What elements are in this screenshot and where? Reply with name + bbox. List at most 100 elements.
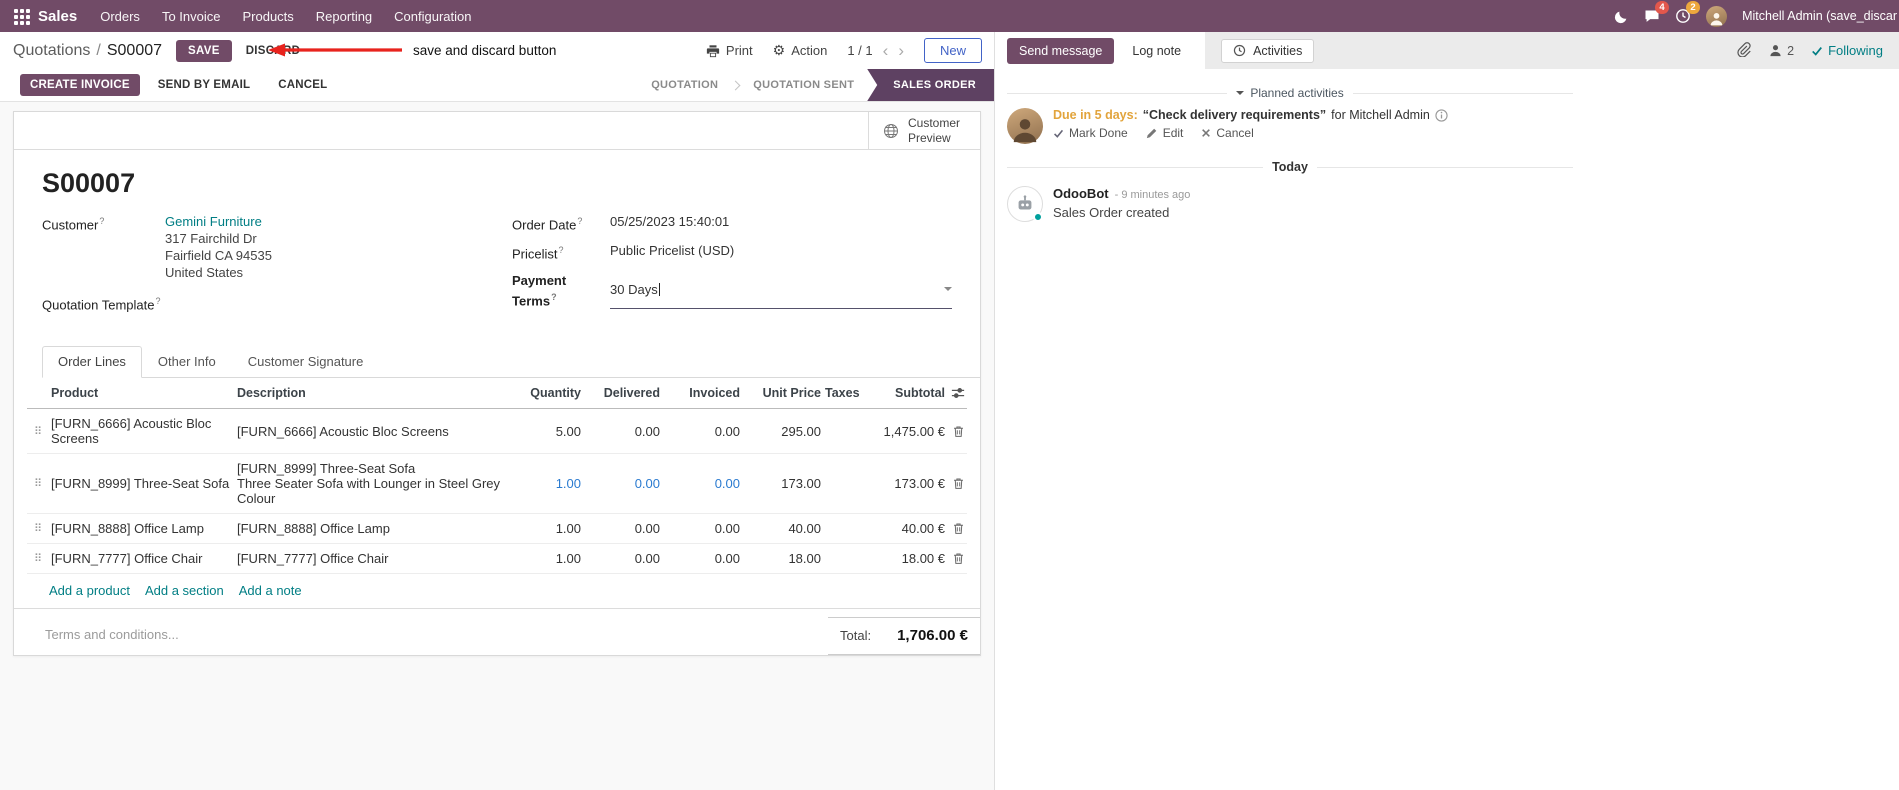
pricelist-value[interactable]: Public Pricelist (USD)	[610, 242, 734, 262]
mark-done-button[interactable]: Mark Done	[1053, 126, 1128, 140]
header-description[interactable]: Description	[235, 378, 513, 408]
delivered-cell[interactable]: 0.00	[583, 469, 662, 498]
product-cell[interactable]: [FURN_6666] Acoustic Bloc Screens	[49, 409, 235, 453]
unit-price-cell[interactable]: 173.00	[742, 469, 823, 498]
taxes-cell[interactable]	[823, 424, 881, 438]
save-button[interactable]: SAVE	[176, 39, 232, 62]
product-cell[interactable]: [FURN_8999] Three-Seat Sofa	[49, 469, 235, 498]
description-cell[interactable]: [FURN_7777] Office Chair	[235, 544, 513, 573]
add-note-link[interactable]: Add a note	[239, 583, 302, 598]
tab-other-info[interactable]: Other Info	[142, 346, 232, 378]
breadcrumb-quotations[interactable]: Quotations	[13, 42, 90, 60]
product-cell[interactable]: [FURN_7777] Office Chair	[49, 544, 235, 573]
discard-button[interactable]: DISCARD	[236, 40, 311, 62]
customer-link[interactable]: Gemini Furniture	[165, 214, 262, 229]
quantity-cell[interactable]: 1.00	[513, 469, 583, 498]
edit-activity-button[interactable]: Edit	[1146, 126, 1184, 140]
payment-terms-input[interactable]: 30 Days	[610, 272, 952, 309]
taxes-cell[interactable]	[823, 552, 881, 566]
header-taxes[interactable]: Taxes	[823, 378, 881, 408]
delivered-cell[interactable]: 0.00	[583, 417, 662, 446]
header-subtotal[interactable]: Subtotal	[881, 378, 947, 408]
new-button[interactable]: New	[923, 38, 982, 63]
step-sales-order[interactable]: SALES ORDER	[867, 69, 994, 101]
trash-icon	[954, 553, 963, 565]
invoiced-cell[interactable]: 0.00	[662, 417, 742, 446]
planned-activities-header[interactable]: Planned activities	[1007, 86, 1573, 100]
quotation-template-field[interactable]: Quotation Template?	[42, 293, 512, 313]
header-delivered[interactable]: Delivered	[583, 378, 662, 408]
description-cell[interactable]: [FURN_6666] Acoustic Bloc Screens	[235, 417, 513, 446]
step-quotation-sent[interactable]: QUOTATION SENT	[740, 69, 867, 101]
pager-next-icon[interactable]: ›	[898, 42, 904, 59]
add-product-link[interactable]: Add a product	[49, 583, 130, 598]
create-invoice-button[interactable]: CREATE INVOICE	[20, 74, 140, 96]
send-by-email-button[interactable]: SEND BY EMAIL	[148, 74, 260, 96]
invoiced-cell[interactable]: 0.00	[662, 544, 742, 573]
quantity-cell[interactable]: 1.00	[513, 544, 583, 573]
activities-tab[interactable]: Activities	[1221, 38, 1315, 63]
taxes-cell[interactable]	[823, 522, 881, 536]
cancel-activity-button[interactable]: Cancel	[1201, 126, 1254, 140]
following-button[interactable]: Following	[1811, 43, 1883, 58]
unit-price-cell[interactable]: 18.00	[742, 544, 823, 573]
menu-to-invoice[interactable]: To Invoice	[151, 0, 232, 32]
header-quantity[interactable]: Quantity	[513, 378, 583, 408]
delete-line-button[interactable]	[947, 515, 967, 542]
message-author[interactable]: OdooBot	[1053, 186, 1109, 201]
app-name[interactable]: Sales	[38, 8, 77, 25]
header-product[interactable]: Product	[49, 378, 235, 408]
delivered-cell[interactable]: 0.00	[583, 514, 662, 543]
unit-price-cell[interactable]: 295.00	[742, 417, 823, 446]
add-section-link[interactable]: Add a section	[145, 583, 224, 598]
invoiced-cell[interactable]: 0.00	[662, 514, 742, 543]
apps-menu-icon[interactable]	[10, 5, 32, 27]
product-cell[interactable]: [FURN_8888] Office Lamp	[49, 514, 235, 543]
terms-placeholder[interactable]: Terms and conditions...	[45, 627, 179, 642]
description-cell[interactable]: [FURN_8999] Three-Seat Sofa Three Seater …	[235, 454, 513, 513]
info-icon[interactable]	[1435, 108, 1448, 122]
tab-customer-signature[interactable]: Customer Signature	[232, 346, 380, 378]
followers-button[interactable]: 2	[1768, 43, 1794, 58]
dropdown-caret-icon[interactable]	[944, 287, 952, 292]
action-button[interactable]: ⚙ Action	[773, 42, 828, 59]
menu-configuration[interactable]: Configuration	[383, 0, 482, 32]
quantity-cell[interactable]: 1.00	[513, 514, 583, 543]
delete-line-button[interactable]	[947, 545, 967, 572]
drag-handle-icon[interactable]: ⠿	[27, 515, 49, 542]
attachments-button[interactable]	[1736, 41, 1751, 60]
cancel-button[interactable]: CANCEL	[268, 74, 337, 96]
optional-columns-icon[interactable]	[947, 378, 967, 408]
print-button[interactable]: Print	[706, 43, 753, 58]
messages-icon[interactable]: 4	[1644, 1, 1670, 24]
delete-line-button[interactable]	[947, 418, 967, 445]
send-message-button[interactable]: Send message	[1007, 37, 1115, 64]
pager-previous-icon[interactable]: ‹	[883, 42, 889, 59]
step-quotation[interactable]: QUOTATION	[638, 69, 731, 101]
menu-orders[interactable]: Orders	[89, 0, 151, 32]
header-unit-price[interactable]: Unit Price	[742, 378, 823, 408]
invoiced-cell[interactable]: 0.00	[662, 469, 742, 498]
delivered-cell[interactable]: 0.00	[583, 544, 662, 573]
dark-mode-moon-icon[interactable]	[1614, 9, 1629, 24]
customer-preview-button[interactable]: Customer Preview	[868, 112, 980, 149]
quantity-cell[interactable]: 5.00	[513, 417, 583, 446]
edit-label: Edit	[1162, 126, 1184, 140]
activities-clock-icon[interactable]: 2	[1675, 1, 1701, 24]
unit-price-cell[interactable]: 40.00	[742, 514, 823, 543]
order-date-value[interactable]: 05/25/2023 15:40:01	[610, 213, 729, 233]
menu-products[interactable]: Products	[231, 0, 304, 32]
header-invoiced[interactable]: Invoiced	[662, 378, 742, 408]
drag-handle-icon[interactable]: ⠿	[27, 418, 49, 445]
taxes-cell[interactable]	[823, 477, 881, 491]
user-avatar[interactable]	[1706, 5, 1728, 27]
menu-reporting[interactable]: Reporting	[305, 0, 383, 32]
description-cell[interactable]: [FURN_8888] Office Lamp	[235, 514, 513, 543]
delete-line-button[interactable]	[947, 470, 967, 497]
tab-order-lines[interactable]: Order Lines	[42, 346, 142, 379]
log-note-button[interactable]: Log note	[1122, 38, 1191, 64]
user-menu[interactable]: Mitchell Admin (save_discar	[1742, 9, 1897, 23]
record-title: S00007	[42, 168, 136, 198]
drag-handle-icon[interactable]: ⠿	[27, 470, 49, 497]
drag-handle-icon[interactable]: ⠿	[27, 545, 49, 572]
